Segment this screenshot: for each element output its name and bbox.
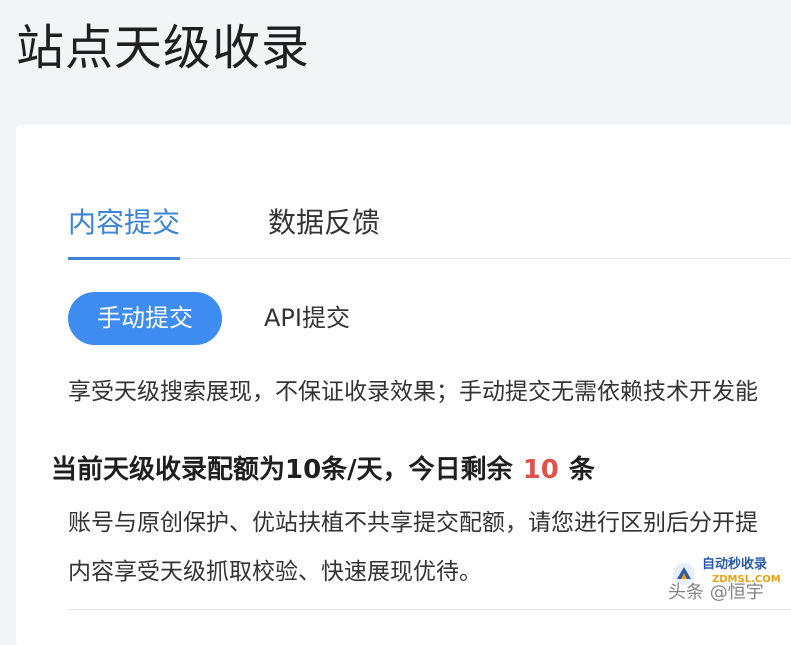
tab-data-feedback[interactable]: 数据反馈	[268, 203, 380, 243]
quota-remaining-count: 10	[522, 455, 559, 485]
tab-content-submit[interactable]: 内容提交	[68, 203, 180, 243]
page-title: 站点天级收录	[16, 20, 311, 76]
watermark-author: 头条 @恒宇	[668, 582, 764, 603]
quota-suffix: 条	[568, 455, 595, 485]
divider	[68, 609, 791, 610]
quota-note-line1: 账号与原创保护、优站扶植不共享提交配额，请您进行区别后分开提	[68, 510, 758, 536]
quota-note-line2: 内容享受天级抓取校验、快速展现优待。	[68, 559, 482, 585]
quota-prefix: 当前天级收录配额为10条/天，今日剩余	[51, 455, 513, 485]
active-tab-indicator	[68, 257, 180, 260]
watermark-brand: 自动秒收录	[702, 557, 768, 572]
tab-bar: 内容提交 数据反馈	[68, 203, 791, 260]
quota-heading: 当前天级收录配额为10条/天，今日剩余 10 条	[51, 451, 595, 489]
api-submit-button[interactable]: API提交	[264, 292, 350, 345]
manual-submit-button[interactable]: 手动提交	[68, 292, 222, 345]
submit-description: 享受天级搜索展现，不保证收录效果；手动提交无需依赖技术开发能	[68, 379, 758, 405]
